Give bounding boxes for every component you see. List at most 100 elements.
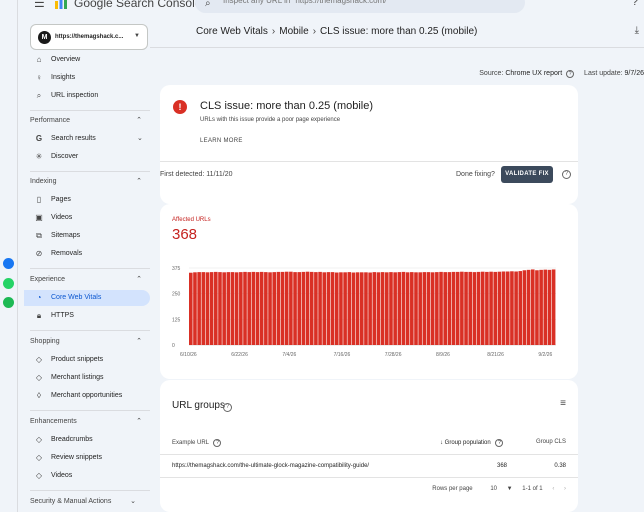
chart-bar[interactable]	[289, 271, 293, 345]
chart-bar[interactable]	[535, 270, 539, 345]
chart-bar[interactable]	[251, 271, 256, 345]
chart-bar[interactable]	[209, 272, 214, 345]
chart-bar[interactable]	[464, 271, 468, 345]
learn-more-link[interactable]: LEARN MORE	[200, 138, 243, 144]
sidebar-item-url-inspection[interactable]: ⌕ URL inspection	[24, 88, 150, 104]
chart-bar[interactable]	[305, 271, 310, 345]
chart-bar[interactable]	[193, 272, 197, 345]
chart-bar[interactable]	[197, 272, 201, 345]
col-group-cls[interactable]: Group CLS	[536, 439, 566, 445]
chart-bar[interactable]	[530, 269, 535, 345]
section-performance[interactable]: Performance ⌃	[30, 117, 150, 124]
chart-bar[interactable]	[243, 271, 247, 345]
sidebar-item-search-results[interactable]: G Search results ⌄	[24, 131, 150, 147]
chart-bar[interactable]	[359, 272, 364, 345]
chart-bar[interactable]	[468, 271, 473, 345]
chart-bar[interactable]	[226, 272, 231, 345]
sidebar-item-sitemaps[interactable]: ⧉ Sitemaps	[24, 228, 150, 244]
chart-bar[interactable]	[401, 271, 406, 345]
sidebar-item-breadcrumbs[interactable]: ◇ Breadcrumbs	[24, 432, 150, 448]
chart-bar[interactable]	[368, 272, 372, 345]
chart-bar[interactable]	[205, 272, 210, 345]
chart-bar[interactable]	[551, 269, 556, 345]
chart-bar[interactable]	[376, 272, 381, 345]
chart-bar[interactable]	[435, 272, 439, 345]
sidebar-item-enh-videos[interactable]: ◇ Videos	[24, 468, 150, 484]
chart-bar[interactable]	[259, 271, 264, 345]
sidebar-item-core-web-vitals[interactable]: ◔ Core Web Vitals	[24, 290, 150, 306]
chart-bar[interactable]	[547, 269, 552, 345]
chart-bar[interactable]	[497, 271, 502, 345]
chart-bar[interactable]	[501, 271, 506, 345]
chart-bar[interactable]	[514, 271, 518, 345]
sidebar-item-merchant-opportunities[interactable]: ◊ Merchant opportunities	[24, 388, 150, 404]
chart-bar[interactable]	[451, 271, 456, 345]
chart-bar[interactable]	[539, 269, 543, 345]
chart-bar[interactable]	[422, 272, 427, 345]
help-icon[interactable]: ?	[223, 403, 232, 412]
sidebar-item-review-snippets[interactable]: ◇ Review snippets	[24, 450, 150, 466]
chart-bar[interactable]	[318, 271, 322, 345]
chart-bar[interactable]	[314, 272, 318, 345]
breadcrumb-mobile[interactable]: Mobile	[279, 26, 308, 37]
chart-bar[interactable]	[293, 272, 297, 345]
chart-bar[interactable]	[326, 272, 331, 345]
chart-bar[interactable]	[447, 272, 452, 345]
sidebar-item-pages[interactable]: ▯ Pages	[24, 192, 150, 208]
chart-bar[interactable]	[476, 271, 481, 345]
sidebar-item-insights[interactable]: ♀ Insights	[24, 70, 150, 86]
chart-bar[interactable]	[526, 269, 531, 345]
chart-bar[interactable]	[322, 272, 327, 345]
chart-bar[interactable]	[493, 271, 498, 345]
chart-bar[interactable]	[201, 272, 206, 345]
chart-bar[interactable]	[276, 271, 281, 345]
sidebar-item-merchant-listings[interactable]: ◇ Merchant listings	[24, 370, 150, 386]
help-icon[interactable]: ?	[566, 70, 575, 78]
chart-bar[interactable]	[518, 271, 523, 345]
chart-bar[interactable]	[510, 271, 514, 345]
rows-per-page-select[interactable]: 10 ▼	[482, 486, 512, 492]
col-group-population[interactable]: ↓ Group population ?	[440, 439, 504, 447]
chart-bar[interactable]	[351, 272, 356, 345]
sidebar-item-https[interactable]: 🔒︎ HTTPS	[24, 308, 150, 324]
section-enhancements[interactable]: Enhancements ⌃	[30, 418, 150, 425]
chart-bar[interactable]	[330, 272, 335, 345]
chart-bar[interactable]	[355, 272, 360, 345]
section-experience[interactable]: Experience ⌃	[30, 276, 150, 283]
chart-bar[interactable]	[297, 272, 302, 345]
chart-bar[interactable]	[489, 271, 493, 345]
chart-bar[interactable]	[284, 271, 289, 345]
chart-bar[interactable]	[234, 272, 239, 345]
chart-bar[interactable]	[405, 272, 410, 345]
sidebar-item-removals[interactable]: ⊘ Removals	[24, 246, 150, 262]
menu-icon[interactable]: ☰	[34, 0, 45, 10]
download-icon[interactable]: ⤓	[635, 25, 639, 36]
chart-bar[interactable]	[380, 272, 385, 345]
prev-page-icon[interactable]: ‹	[552, 486, 554, 492]
help-icon[interactable]: ?	[562, 170, 571, 179]
sidebar-item-overview[interactable]: ⌂ Overview	[24, 52, 150, 68]
chart-bar[interactable]	[347, 272, 352, 345]
breadcrumb-core-web-vitals[interactable]: Core Web Vitals	[196, 26, 268, 37]
url-inspect-bar[interactable]: ⌕	[195, 0, 525, 13]
spotify-icon[interactable]	[3, 297, 14, 308]
section-indexing[interactable]: Indexing ⌃	[30, 178, 150, 185]
sidebar-item-videos[interactable]: ▣ Videos	[24, 210, 150, 226]
help-icon[interactable]: ?	[495, 439, 504, 447]
section-shopping[interactable]: Shopping ⌃	[30, 338, 150, 345]
chart-bar[interactable]	[485, 271, 489, 345]
chart-bar[interactable]	[410, 272, 414, 345]
sidebar-item-product-snippets[interactable]: ◇ Product snippets	[24, 352, 150, 368]
chart-bar[interactable]	[268, 272, 272, 345]
chart-bar[interactable]	[230, 272, 235, 345]
chart-bar[interactable]	[372, 272, 377, 345]
url-inspect-input[interactable]	[223, 0, 513, 5]
chart-bar[interactable]	[397, 272, 402, 345]
chart-bar[interactable]	[439, 271, 443, 345]
validate-fix-button[interactable]: VALIDATE FIX	[501, 166, 553, 183]
chart-bar[interactable]	[543, 269, 548, 345]
chart-bar[interactable]	[443, 272, 447, 345]
filter-icon[interactable]: ≡	[560, 398, 566, 409]
chart-bar[interactable]	[430, 272, 435, 345]
chart-bar[interactable]	[389, 272, 393, 345]
